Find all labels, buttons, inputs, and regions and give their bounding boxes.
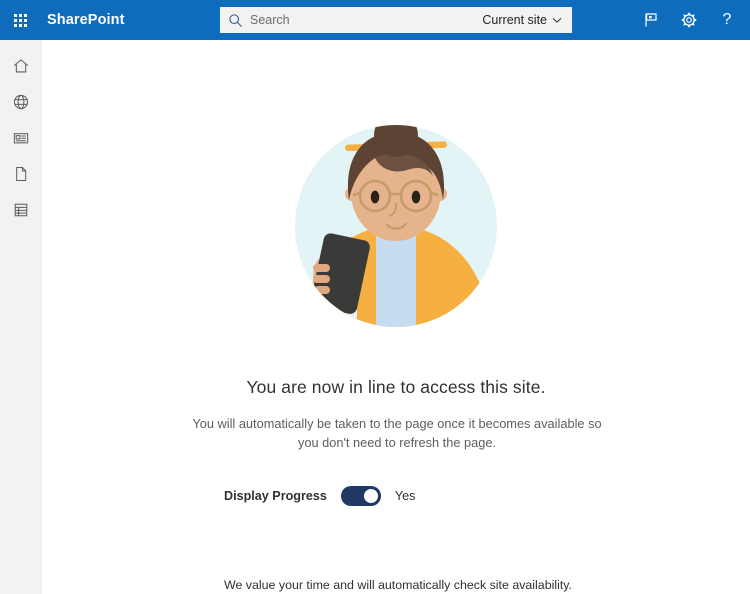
display-progress-state: Yes (394, 489, 416, 503)
home-icon (12, 57, 30, 80)
sidebar-item-news[interactable] (0, 122, 42, 158)
display-progress-toggle[interactable] (340, 486, 381, 506)
search-input[interactable] (250, 8, 483, 32)
list-icon (12, 201, 30, 224)
page-title: You are now in line to access this site. (246, 377, 546, 397)
left-nav-rail (0, 40, 42, 594)
brand-sharepoint[interactable]: SharePoint (47, 12, 125, 28)
search-icon (220, 7, 250, 33)
settings-gear-icon[interactable] (670, 0, 708, 40)
display-progress-label: Display Progress (224, 489, 327, 503)
illustration-area (42, 40, 750, 336)
suite-header: SharePoint Current site (0, 0, 750, 40)
chevron-down-icon (552, 17, 562, 23)
availability-note: We value your time and will automaticall… (224, 578, 573, 592)
search-box[interactable]: Current site (220, 7, 572, 33)
search-scope-dropdown[interactable]: Current site (482, 13, 572, 27)
suite-actions: ? (632, 0, 746, 40)
sidebar-item-sites[interactable] (0, 86, 42, 122)
news-icon (12, 129, 30, 152)
display-progress-row: Display Progress Yes (224, 486, 415, 506)
sidebar-item-home[interactable] (0, 50, 42, 86)
page-subtext: You will automatically be taken to the p… (192, 416, 602, 450)
feedback-flag-icon[interactable] (632, 0, 670, 40)
waffle-icon (13, 13, 27, 27)
person-with-phone-illustration (295, 125, 497, 327)
globe-icon (12, 93, 30, 116)
app-launcher-button[interactable] (0, 0, 40, 40)
help-question-icon[interactable]: ? (708, 0, 746, 40)
waiting-room-content: You are now in line to access this site.… (42, 40, 750, 594)
sidebar-item-files[interactable] (0, 158, 42, 194)
sidebar-item-lists[interactable] (0, 194, 42, 230)
sharepoint-waiting-room-page: SharePoint Current site (0, 0, 750, 594)
document-icon (12, 165, 30, 188)
toggle-knob (363, 489, 378, 503)
search-scope-label: Current site (482, 13, 547, 27)
